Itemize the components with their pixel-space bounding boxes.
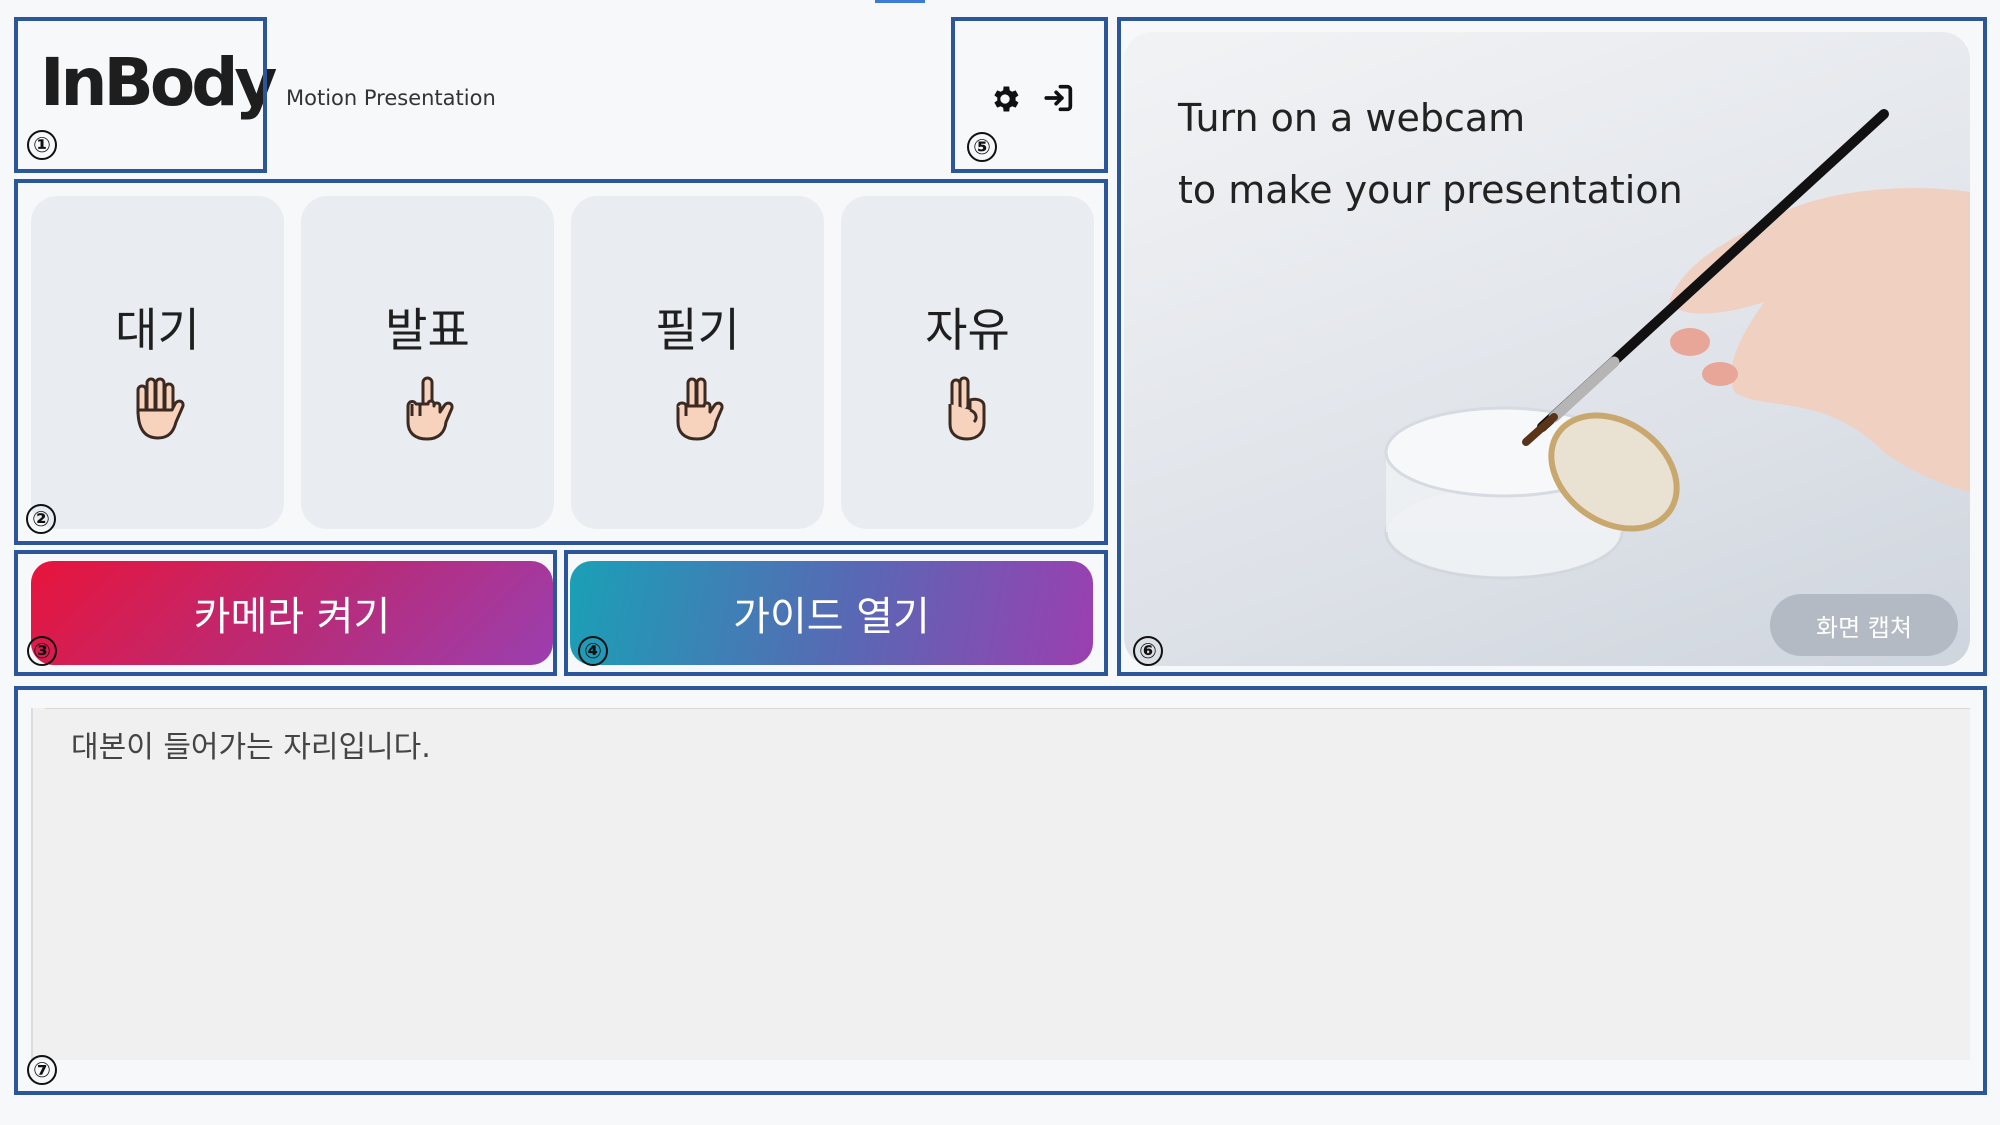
annotation-number-2: ② <box>26 504 56 534</box>
annotation-number-1: ① <box>27 130 57 160</box>
top-accent-line <box>875 0 925 3</box>
annotation-number-3: ③ <box>27 636 57 666</box>
annotation-box-7 <box>14 686 1987 1095</box>
annotation-number-5: ⑤ <box>967 132 997 162</box>
annotation-box-3 <box>14 550 557 676</box>
annotation-number-4: ④ <box>578 636 608 666</box>
annotation-box-2 <box>14 179 1108 545</box>
annotation-number-6: ⑥ <box>1133 636 1163 666</box>
annotation-box-6 <box>1117 17 1987 676</box>
annotation-number-7: ⑦ <box>27 1055 57 1085</box>
annotation-box-4 <box>564 550 1108 676</box>
app-subtitle: Motion Presentation <box>286 86 496 110</box>
